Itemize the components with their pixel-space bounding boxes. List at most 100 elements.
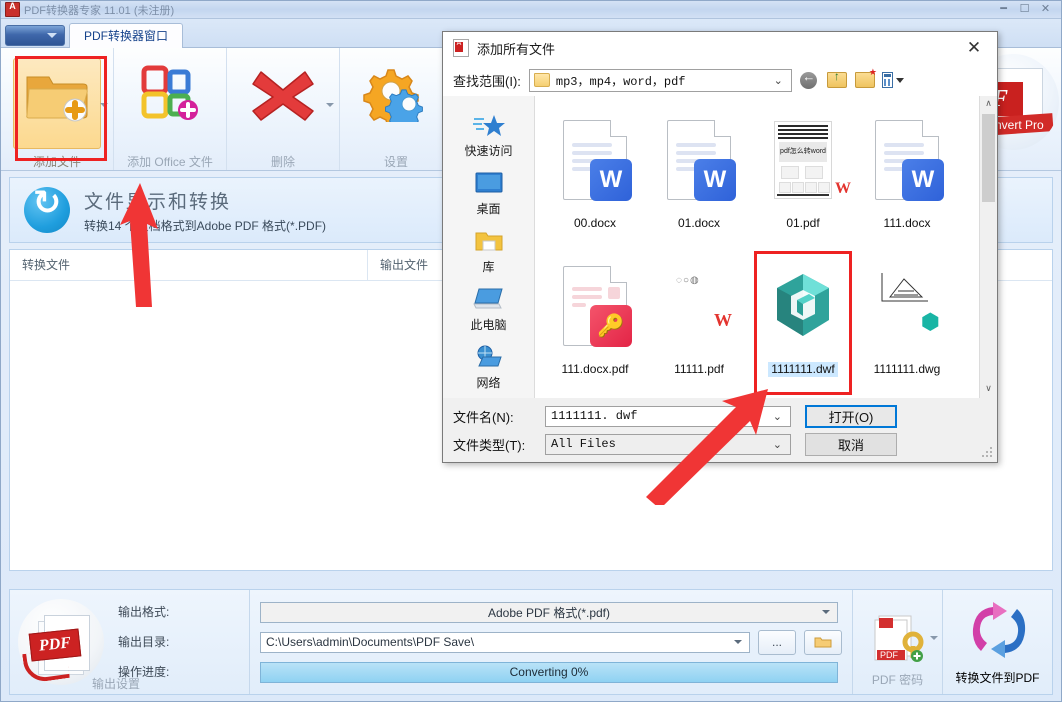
- label-output-format: 输出格式:: [118, 597, 169, 627]
- new-folder-button[interactable]: [854, 69, 876, 91]
- file-item[interactable]: pdf怎么转word W 01.pdf: [751, 104, 855, 250]
- sidebar-item-quick-access[interactable]: 快速访问: [443, 106, 534, 164]
- chevron-down-icon: ⌄: [773, 410, 782, 423]
- file-name: 00.docx: [574, 216, 616, 231]
- refresh-circle-icon: [24, 187, 70, 233]
- ribbon-button-delete[interactable]: 删除: [227, 48, 340, 170]
- row-output-format: Adobe PDF 格式(*.pdf): [260, 600, 852, 624]
- title-bar: PDF转换器专家 11.01 (未注册) ━ ☐ ✕: [1, 1, 1061, 19]
- chevron-down-icon: [734, 640, 742, 644]
- scrollbar-thumb[interactable]: [982, 114, 995, 202]
- sidebar-item-library[interactable]: 库: [443, 222, 534, 280]
- lookin-value: mp3，mp4，word，pdf: [556, 72, 686, 89]
- word-doc-icon: W: [667, 120, 731, 200]
- filetype-value: All Files: [551, 437, 616, 451]
- cancel-button[interactable]: 取消: [805, 433, 897, 456]
- filetype-label: 文件类型(T):: [453, 435, 545, 454]
- up-folder-button[interactable]: [826, 69, 848, 91]
- wps-logo-icon: W: [835, 180, 851, 198]
- red-x-icon: [249, 64, 317, 122]
- pdf-password-button[interactable]: PDF PDF 密码: [852, 590, 942, 694]
- network-icon: [473, 345, 505, 369]
- conversion-progress-bar: Converting 0%: [260, 662, 838, 683]
- open-button[interactable]: 打开(O): [805, 405, 897, 428]
- file-name: 01.docx: [678, 216, 720, 231]
- quick-access-toolbar[interactable]: [5, 25, 65, 46]
- scroll-down-button[interactable]: ∨: [980, 381, 997, 398]
- pdf-doc-icon: 🔑: [563, 266, 627, 346]
- dialog-places-sidebar: 快速访问 桌面 库 此电脑: [443, 96, 535, 398]
- row-filename: 文件名(N): 1111111. dwf ⌄ 打开(O): [453, 404, 987, 428]
- dialog-footer: 文件名(N): 1111111. dwf ⌄ 打开(O) 文件类型(T): Al…: [443, 398, 997, 462]
- file-item[interactable]: ⬢ 1111111.dwg: [855, 250, 959, 396]
- close-icon[interactable]: ✕: [951, 33, 997, 64]
- chevron-down-icon[interactable]: [930, 636, 938, 640]
- file-grid-scrollbar[interactable]: ∧ ∨: [979, 96, 997, 398]
- chevron-down-icon[interactable]: [100, 103, 108, 107]
- output-directory-input[interactable]: C:\Users\admin\Documents\PDF Save\: [260, 632, 750, 653]
- output-format-value: Adobe PDF 格式(*.pdf): [488, 604, 610, 621]
- dwf-cube-icon: [765, 270, 841, 342]
- chevron-down-icon: ⌄: [774, 74, 783, 87]
- chevron-down-icon[interactable]: [896, 78, 904, 83]
- banner-subtitle: 转换14 个文档格式到Adobe PDF 格式(*.PDF): [84, 217, 326, 234]
- chevron-down-icon[interactable]: [326, 103, 334, 107]
- tab-pdf-converter-window[interactable]: PDF转换器窗口: [69, 23, 183, 48]
- this-pc-icon: [473, 287, 505, 311]
- app-title: PDF转换器专家 11.01 (未注册): [24, 2, 174, 18]
- ribbon-button-add-office-file[interactable]: 添加 Office 文件: [114, 48, 227, 170]
- maximize-button[interactable]: ☐: [1017, 3, 1032, 16]
- column-header-source[interactable]: 转换文件: [10, 250, 368, 280]
- row-filetype: 文件类型(T): All Files ⌄ 取消: [453, 432, 987, 456]
- sidebar-label: 快速访问: [464, 142, 512, 159]
- file-name: 111.docx: [884, 216, 931, 231]
- pdf-key-icon: PDF: [869, 612, 927, 664]
- ribbon-label-add-office-file: 添加 Office 文件: [127, 153, 213, 170]
- wps-pdf-icon: ◌○◍ W: [668, 267, 730, 345]
- star-quick-access-icon: [472, 113, 506, 137]
- filename-input[interactable]: 1111111. dwf ⌄: [545, 406, 791, 427]
- file-item[interactable]: 🔑 111.docx.pdf: [543, 250, 647, 396]
- sidebar-item-desktop[interactable]: 桌面: [443, 164, 534, 222]
- dialog-body: 快速访问 桌面 库 此电脑: [443, 96, 997, 398]
- open-output-folder-button[interactable]: [804, 630, 842, 655]
- sidebar-item-this-pc[interactable]: 此电脑: [443, 280, 534, 338]
- view-mode-button[interactable]: [882, 69, 904, 91]
- close-button[interactable]: ✕: [1038, 3, 1053, 16]
- office-add-icon: [136, 64, 204, 122]
- file-item-selected[interactable]: 1111111.dwf: [751, 250, 855, 396]
- dwg-sketch-icon: ⬢: [872, 267, 942, 345]
- progress-text: Converting 0%: [261, 663, 837, 682]
- file-item[interactable]: W 01.docx: [647, 104, 751, 250]
- window-controls: ━ ☐ ✕: [996, 3, 1059, 16]
- file-item[interactable]: ◌○◍ W 11111.pdf: [647, 250, 751, 396]
- convert-to-pdf-button[interactable]: 转换文件到PDF: [942, 590, 1052, 694]
- browse-button[interactable]: ...: [758, 630, 796, 655]
- sidebar-item-network[interactable]: 网络: [443, 338, 534, 396]
- desktop-icon: [474, 171, 504, 195]
- file-item[interactable]: W 111.docx: [855, 104, 959, 250]
- folder-open-icon: [814, 635, 832, 649]
- ribbon-button-add-file[interactable]: 添加文件: [1, 48, 114, 170]
- output-directory-value: C:\Users\admin\Documents\PDF Save\: [266, 635, 474, 649]
- chevron-down-icon: [47, 33, 57, 38]
- file-name: 1111111.dwg: [874, 362, 941, 377]
- chevron-down-icon: ⌄: [773, 438, 782, 451]
- gears-icon: [362, 64, 430, 122]
- file-item[interactable]: W 00.docx: [543, 104, 647, 250]
- lookin-select[interactable]: mp3，mp4，word，pdf ⌄: [529, 69, 792, 92]
- back-button[interactable]: [798, 69, 820, 91]
- add-all-files-dialog: 添加所有文件 ✕ 查找范围(I): mp3，mp4，word，pdf ⌄ 快速访…: [442, 31, 998, 463]
- file-grid[interactable]: W 00.docx W: [535, 96, 997, 398]
- filetype-select[interactable]: All Files ⌄: [545, 434, 791, 455]
- output-settings-panel: PDF 输出格式: 输出目录: 操作进度: 输出设置 Adobe PDF 格式(…: [9, 589, 1053, 695]
- minimize-button[interactable]: ━: [996, 3, 1011, 16]
- ribbon-button-settings[interactable]: 设置: [340, 48, 453, 170]
- scroll-up-button[interactable]: ∧: [980, 96, 997, 113]
- row-output-directory: C:\Users\admin\Documents\PDF Save\ ...: [260, 630, 852, 654]
- pdf-password-label: PDF 密码: [872, 671, 923, 688]
- resize-grip[interactable]: [982, 447, 994, 459]
- file-name: 111.docx.pdf: [562, 362, 629, 377]
- back-icon: [800, 72, 817, 89]
- output-format-select[interactable]: Adobe PDF 格式(*.pdf): [260, 602, 838, 623]
